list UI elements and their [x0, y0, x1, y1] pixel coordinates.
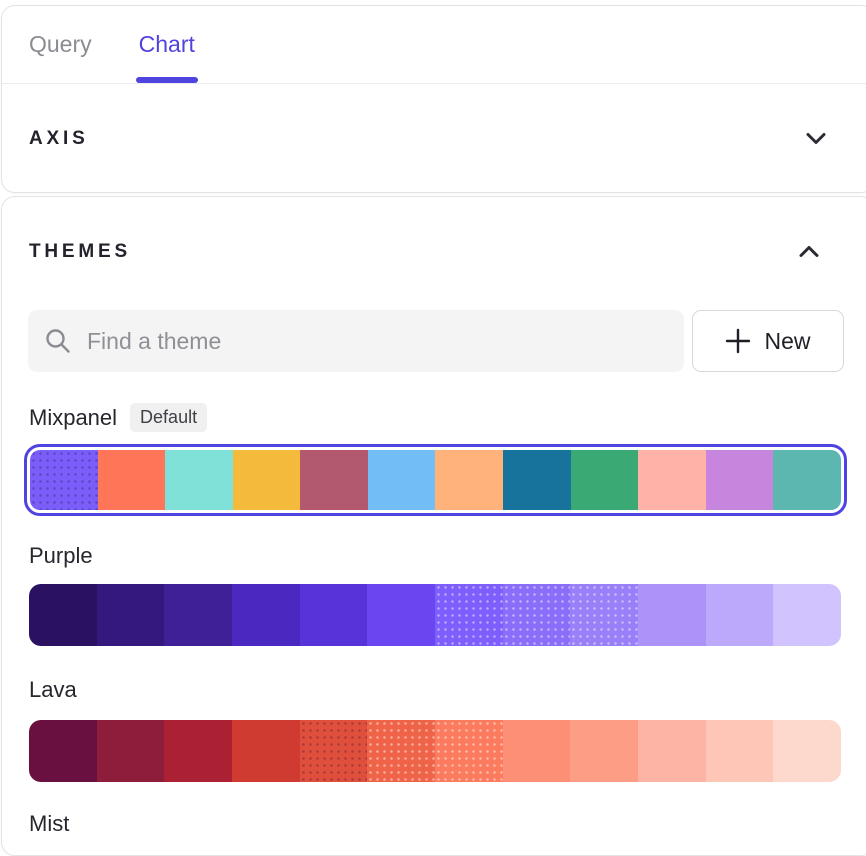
theme-search-input[interactable] [85, 327, 668, 356]
themes-section-title: THEMES [29, 241, 131, 263]
palette-swatch [233, 450, 301, 510]
palette-swatch [300, 584, 368, 646]
palette-swatch [570, 720, 638, 782]
chart-settings-card: Query Chart AXIS [1, 5, 866, 193]
palette-swatch [435, 450, 503, 510]
palette-swatch [29, 720, 97, 782]
palette-swatch [706, 720, 774, 782]
theme-search-box [28, 310, 684, 372]
palette-swatch [435, 720, 503, 782]
palette-swatch-row [30, 450, 841, 510]
palette-swatch [97, 584, 165, 646]
palette-swatch [164, 720, 232, 782]
palette-swatch [503, 450, 571, 510]
palette-swatch [165, 450, 233, 510]
palette-swatch [503, 584, 571, 646]
palette-swatch [232, 584, 300, 646]
palette-swatch [773, 584, 841, 646]
palette-swatch [706, 450, 774, 510]
tab-bar: Query Chart [2, 6, 866, 84]
palette-swatch [368, 450, 436, 510]
palette-swatch [638, 450, 706, 510]
palette-swatch [638, 720, 706, 782]
axis-section-header[interactable]: AXIS [2, 84, 866, 193]
theme-name-mixpanel: Mixpanel [29, 405, 117, 431]
palette-swatch [638, 584, 706, 646]
axis-section-title: AXIS [29, 128, 89, 150]
active-tab-underline [136, 77, 198, 83]
palette-swatch [773, 720, 841, 782]
palette-swatch [30, 450, 98, 510]
palette-swatch [706, 584, 774, 646]
palette-swatch [97, 720, 165, 782]
new-theme-button[interactable]: New [692, 310, 844, 372]
palette-swatch [570, 584, 638, 646]
palette-swatch [29, 584, 97, 646]
chevron-down-icon[interactable] [806, 132, 826, 145]
tab-chart-label: Chart [139, 31, 195, 57]
palette-swatch [367, 720, 435, 782]
palette-swatch [503, 720, 571, 782]
plus-icon [725, 328, 751, 354]
palette-swatch [98, 450, 166, 510]
tab-chart[interactable]: Chart [139, 31, 195, 58]
palette-swatch [232, 720, 300, 782]
palette-swatch [300, 720, 368, 782]
theme-palette-mixpanel-selected[interactable] [24, 444, 847, 516]
tab-query[interactable]: Query [29, 31, 92, 58]
palette-swatch [571, 450, 639, 510]
search-icon [44, 327, 72, 355]
theme-name-lava: Lava [29, 677, 77, 703]
default-badge: Default [130, 403, 207, 432]
chevron-up-icon[interactable] [799, 245, 819, 258]
palette-swatch [300, 450, 368, 510]
new-theme-button-label: New [764, 328, 810, 355]
theme-palette-purple[interactable] [29, 584, 841, 646]
theme-label-row: Mixpanel Default [29, 403, 207, 432]
palette-swatch [367, 584, 435, 646]
theme-palette-lava[interactable] [29, 720, 841, 782]
palette-swatch [773, 450, 841, 510]
theme-name-mist: Mist [29, 811, 69, 837]
palette-swatch [164, 584, 232, 646]
theme-name-purple: Purple [29, 543, 93, 569]
themes-section-card: THEMES New Mixpanel Default Purple [1, 196, 866, 856]
palette-swatch [435, 584, 503, 646]
